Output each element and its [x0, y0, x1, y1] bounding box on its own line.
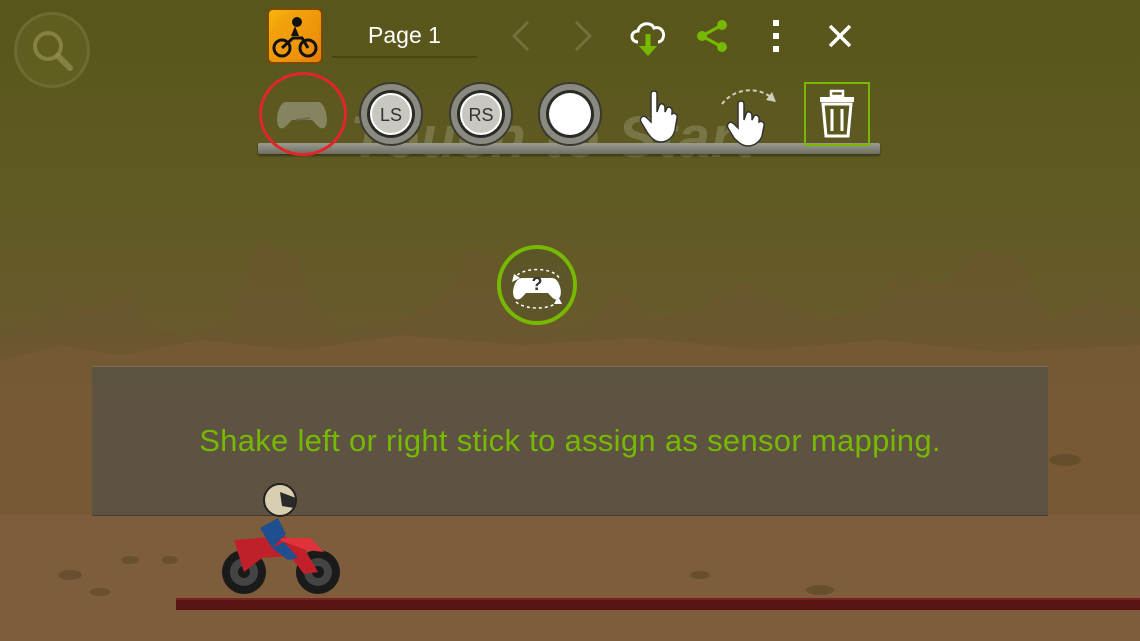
gamepad-question-icon: ?	[497, 245, 577, 325]
motorbike-game-icon	[271, 12, 319, 60]
cloud-download-icon	[630, 22, 666, 56]
right-stick-icon: RS	[449, 82, 513, 146]
selection-highlight	[259, 72, 347, 156]
app-icon	[267, 8, 323, 64]
tap-tool[interactable]	[625, 80, 693, 148]
page-label[interactable]: Page 1	[332, 14, 477, 58]
chevron-left-icon	[511, 20, 530, 52]
right-stick-tool[interactable]: RS	[447, 80, 515, 148]
search-button[interactable]	[14, 12, 90, 88]
swipe-hand-icon	[721, 89, 776, 147]
swipe-tool[interactable]	[714, 80, 782, 148]
svg-text:?: ?	[532, 274, 543, 294]
download-button[interactable]	[626, 14, 670, 58]
right-stick-label: RS	[468, 105, 493, 125]
share-icon	[697, 20, 727, 52]
chevron-right-icon	[574, 20, 593, 52]
blank-button-icon	[538, 82, 602, 146]
trash-icon	[820, 89, 854, 138]
left-stick-label: LS	[380, 105, 402, 125]
left-stick-tool[interactable]: LS	[357, 80, 425, 148]
close-icon	[828, 24, 852, 48]
more-vertical-icon	[773, 20, 779, 52]
previous-page-button[interactable]	[504, 16, 538, 56]
motorbike-rider-illustration	[222, 483, 340, 594]
next-page-button[interactable]	[566, 16, 600, 56]
search-icon	[33, 31, 73, 71]
close-button[interactable]	[818, 14, 862, 58]
sensor-mapping-placeholder[interactable]: ?	[496, 244, 578, 326]
delete-tool[interactable]	[804, 82, 870, 146]
more-options-button[interactable]	[754, 14, 798, 58]
left-stick-icon: LS	[359, 82, 423, 146]
instruction-text: Shake left or right stick to assign as s…	[199, 423, 941, 458]
share-button[interactable]	[690, 14, 734, 58]
mapping-screen: Page 1 Touch Start LS RS ? Shake left or…	[0, 0, 1140, 641]
button-tool[interactable]	[536, 80, 604, 148]
tap-hand-icon	[639, 90, 678, 143]
